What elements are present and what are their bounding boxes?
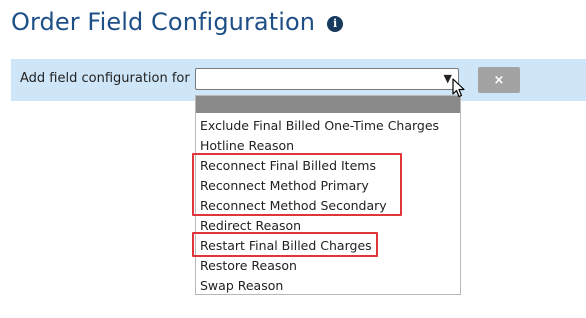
config-label: Add field configuration for xyxy=(20,71,190,86)
dropdown-selected-empty-option[interactable] xyxy=(196,96,460,113)
option-redirect-reason[interactable]: Redirect Reason xyxy=(196,216,460,236)
page-title: Order Field Configuration xyxy=(11,8,316,36)
option-reconnect-method-primary[interactable]: Reconnect Method Primary xyxy=(196,176,460,196)
option-hotline-reason[interactable]: Hotline Reason xyxy=(196,136,460,156)
chevron-down-icon: ▼ xyxy=(443,72,452,85)
option-exclude-final-billed-one-time-charges[interactable]: Exclude Final Billed One-Time Charges xyxy=(196,116,460,136)
clear-button[interactable]: × xyxy=(478,67,520,93)
field-config-select[interactable]: ▼ xyxy=(195,68,459,90)
option-restart-final-billed-charges[interactable]: Restart Final Billed Charges xyxy=(196,236,460,256)
title-row: Order Field Configuration i xyxy=(11,8,344,36)
mouse-cursor-icon xyxy=(452,78,465,98)
option-reconnect-method-secondary[interactable]: Reconnect Method Secondary xyxy=(196,196,460,216)
dropdown-list: Exclude Final Billed One-Time Charges Ho… xyxy=(195,95,461,295)
option-swap-reason[interactable]: Swap Reason xyxy=(196,276,460,296)
info-icon[interactable]: i xyxy=(327,15,344,32)
page: Order Field Configuration i Add field co… xyxy=(0,0,586,318)
option-restore-reason[interactable]: Restore Reason xyxy=(196,256,460,276)
option-list: Exclude Final Billed One-Time Charges Ho… xyxy=(196,113,460,296)
option-reconnect-final-billed-items[interactable]: Reconnect Final Billed Items xyxy=(196,156,460,176)
